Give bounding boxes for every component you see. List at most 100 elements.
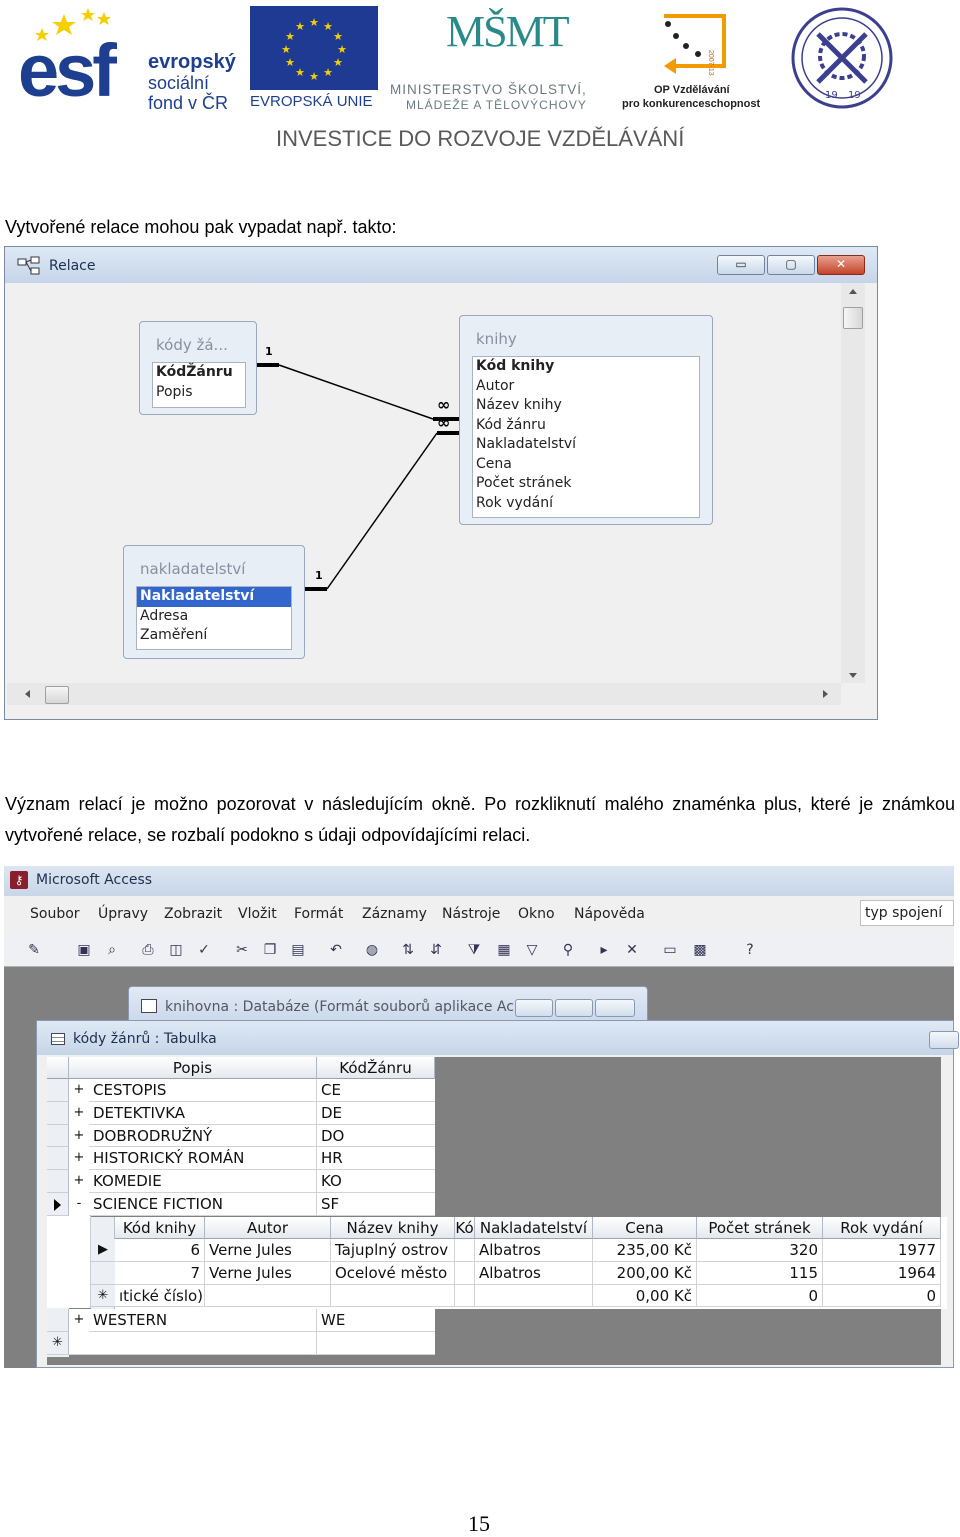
expand-toggle[interactable]: + xyxy=(69,1124,89,1148)
sub-cell[interactable]: 320 xyxy=(697,1239,823,1262)
delete-record-icon[interactable]: ✕ xyxy=(622,940,642,960)
cell-popis[interactable]: HISTORICKÝ ROMÁN xyxy=(89,1147,317,1171)
db-maximize-button[interactable] xyxy=(555,999,593,1017)
field-item[interactable]: Zaměření xyxy=(137,626,291,646)
print-preview-icon[interactable]: ◫ xyxy=(166,940,186,960)
table-nakladatelstvi[interactable]: nakladatelství Nakladatelství Adresa Zam… xyxy=(123,545,305,659)
db-minimize-button[interactable] xyxy=(515,999,553,1017)
table-window-minimize-button[interactable] xyxy=(929,1031,959,1049)
db-close-button[interactable] xyxy=(595,999,635,1017)
table-kody-zanru[interactable]: kódy žá... KódŽánru Popis xyxy=(139,321,257,415)
cell-popis[interactable]: SCIENCE FICTION xyxy=(89,1193,317,1216)
sub-cell[interactable]: Tajuplný ostrov xyxy=(331,1239,455,1262)
undo-icon[interactable]: ↶ xyxy=(326,940,346,960)
database-window-icon[interactable]: ▭ xyxy=(660,940,680,960)
sort-ascending-icon[interactable]: ⇅ xyxy=(398,940,418,960)
sub-column-header[interactable]: Název knihy xyxy=(331,1217,455,1239)
record-selector[interactable] xyxy=(47,1170,69,1193)
apply-filter-icon[interactable]: ▽ xyxy=(522,940,542,960)
field-item[interactable]: Autor xyxy=(473,377,699,397)
sub-record-selector[interactable]: ▶ xyxy=(91,1239,115,1262)
expand-toggle[interactable]: + xyxy=(69,1309,89,1332)
relation-1-line[interactable] xyxy=(278,364,434,420)
corner-cell[interactable] xyxy=(47,1057,69,1079)
sub-record-selector[interactable] xyxy=(91,1261,115,1285)
sub-cell[interactable] xyxy=(455,1239,475,1262)
sub-column-header[interactable]: Cena xyxy=(593,1217,697,1239)
field-item[interactable]: Popis xyxy=(153,383,245,403)
record-selector[interactable] xyxy=(47,1124,69,1148)
spelling-icon[interactable]: ✓ xyxy=(194,940,214,960)
sort-descending-icon[interactable]: ⇵ xyxy=(426,940,446,960)
sub-cell[interactable]: 115 xyxy=(697,1261,823,1285)
field-item[interactable]: Počet stránek xyxy=(473,474,699,494)
cell-kodzanru[interactable]: WE xyxy=(317,1309,435,1332)
field-item[interactable]: Adresa xyxy=(137,607,291,627)
menu-soubor[interactable]: Soubor xyxy=(30,906,80,922)
vertical-scrollbar[interactable] xyxy=(841,283,865,683)
scroll-thumb[interactable] xyxy=(45,686,69,704)
paste-icon[interactable]: ▤ xyxy=(288,940,308,960)
menu-upravy[interactable]: Úpravy xyxy=(98,906,148,922)
cell-kodzanru[interactable]: CE xyxy=(317,1079,435,1102)
cell-popis[interactable]: DOBRODRUŽNÝ xyxy=(89,1124,317,1148)
field-item[interactable]: Název knihy xyxy=(473,396,699,416)
cell-popis[interactable]: WESTERN xyxy=(89,1309,317,1332)
menu-napoveda[interactable]: Nápověda xyxy=(574,906,645,922)
field-item[interactable]: Nakladatelství xyxy=(137,587,291,607)
sub-cell[interactable]: 0 xyxy=(823,1284,941,1308)
cell-popis[interactable]: KOMEDIE xyxy=(89,1170,317,1193)
sub-cell[interactable]: 7 xyxy=(115,1261,205,1285)
new-record-selector[interactable]: ✳ xyxy=(47,1331,69,1355)
new-object-icon[interactable]: ▩ xyxy=(690,940,710,960)
scroll-thumb[interactable] xyxy=(843,307,863,329)
record-selector[interactable] xyxy=(47,1079,69,1102)
field-item[interactable]: Cena xyxy=(473,455,699,475)
menu-vlozit[interactable]: Vložit xyxy=(238,906,277,922)
print-icon[interactable]: ⎙ xyxy=(138,940,158,960)
record-selector[interactable] xyxy=(47,1147,69,1171)
field-item[interactable]: Kód žánru xyxy=(473,416,699,436)
cell-kodzanru[interactable]: DO xyxy=(317,1124,435,1148)
sub-cell[interactable] xyxy=(205,1284,331,1308)
filter-selection-icon[interactable]: ⧩ xyxy=(464,940,484,960)
cell-popis[interactable]: CESTOPIS xyxy=(89,1079,317,1102)
column-header-popis[interactable]: Popis xyxy=(69,1057,317,1079)
expand-toggle[interactable]: + xyxy=(69,1170,89,1193)
menu-okno[interactable]: Okno xyxy=(518,906,555,922)
sub-cell[interactable]: Albatros xyxy=(475,1261,593,1285)
sub-cell[interactable]: Albatros xyxy=(475,1239,593,1262)
sub-cell[interactable]: ıtické číslo) xyxy=(115,1284,205,1308)
sub-column-header[interactable]: Počet stránek xyxy=(697,1217,823,1239)
close-button[interactable]: ✕ xyxy=(817,255,865,275)
sub-cell[interactable]: 200,00 Kč xyxy=(593,1261,697,1285)
cell-kodzanru[interactable]: SF xyxy=(317,1193,435,1216)
sub-column-header[interactable]: Nakladatelství xyxy=(475,1217,593,1239)
cell-kodzanru[interactable]: DE xyxy=(317,1101,435,1125)
sub-cell[interactable]: 235,00 Kč xyxy=(593,1239,697,1262)
cell-kodzanru[interactable]: KO xyxy=(317,1170,435,1193)
sub-cell[interactable]: 1964 xyxy=(823,1261,941,1285)
sub-cell[interactable]: 1977 xyxy=(823,1239,941,1262)
expand-toggle[interactable]: - xyxy=(69,1193,89,1216)
field-item[interactable]: KódŽánru xyxy=(153,363,245,383)
new-record-icon[interactable]: ▸ xyxy=(594,940,614,960)
sub-column-header[interactable]: Kód knihy xyxy=(115,1217,205,1239)
field-item[interactable]: Kód knihy xyxy=(473,357,699,377)
cell-kodzanru[interactable]: HR xyxy=(317,1147,435,1171)
menu-nastroje[interactable]: Nástroje xyxy=(442,906,500,922)
record-selector[interactable] xyxy=(47,1101,69,1125)
new-record-cell[interactable] xyxy=(317,1331,435,1355)
menu-format[interactable]: Formát xyxy=(294,906,343,922)
find-icon[interactable]: ⚲ xyxy=(558,940,578,960)
record-selector[interactable] xyxy=(47,1309,69,1332)
design-view-icon[interactable]: ✎ xyxy=(24,940,44,960)
sub-column-header[interactable]: Kó xyxy=(455,1217,475,1239)
new-record-cell[interactable] xyxy=(69,1331,317,1355)
hyperlink-icon[interactable]: ◍ xyxy=(362,940,382,960)
sub-cell[interactable]: 0 xyxy=(697,1284,823,1308)
scroll-left-arrow-icon[interactable] xyxy=(25,690,30,698)
relationship-canvas[interactable]: 1 ∞ 1 ∞ kódy žá... KódŽánru Popis knihy … xyxy=(7,283,839,681)
sub-cell[interactable]: Verne Jules xyxy=(205,1261,331,1285)
sub-cell[interactable]: Verne Jules xyxy=(205,1239,331,1262)
